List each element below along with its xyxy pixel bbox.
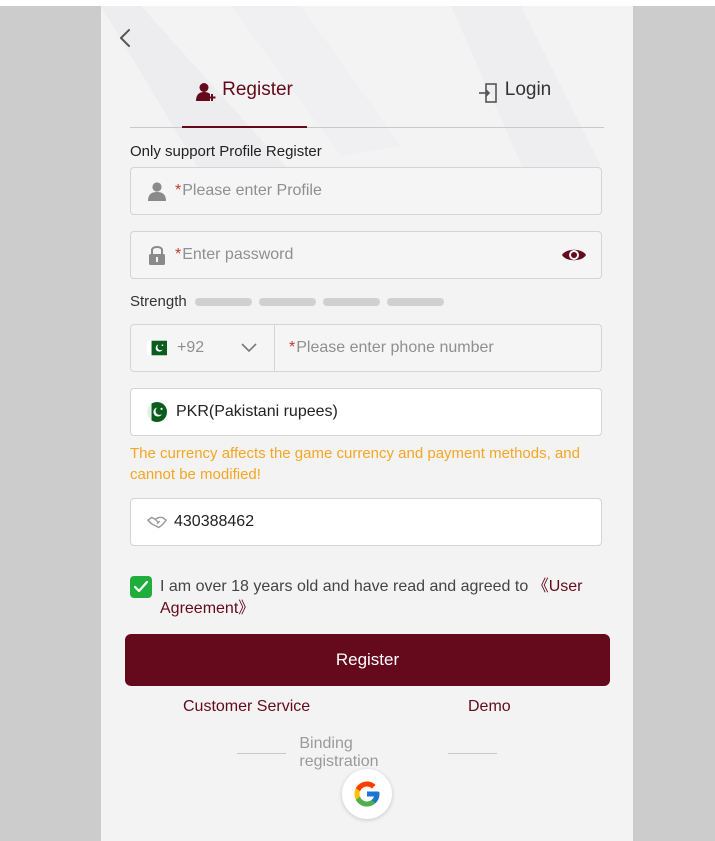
eye-icon[interactable] [561, 246, 587, 264]
demo-link[interactable]: Demo [468, 698, 511, 716]
strength-bar-1 [194, 297, 252, 306]
tab-login-label: Login [504, 79, 552, 100]
auth-tabs: Register Login [130, 79, 604, 128]
handshake-icon [147, 514, 167, 530]
invite-code-field[interactable]: 430388462 [130, 498, 602, 546]
phone-code: +92 [177, 339, 205, 356]
user-icon [147, 181, 167, 201]
register-hint: Only support Profile Register [130, 143, 322, 160]
agreement: I am over 18 years old and have read and… [130, 576, 590, 620]
agreement-checkbox[interactable] [130, 576, 152, 598]
currency-value: PKR(Pakistani rupees) [176, 403, 338, 420]
password-strength: Strength [130, 293, 451, 310]
check-icon [134, 581, 148, 593]
tab-register-label: Register [222, 79, 293, 100]
divider [237, 752, 287, 754]
google-login-button[interactable] [342, 769, 392, 819]
phone-input[interactable]: Please enter phone number [296, 339, 493, 357]
google-icon [354, 781, 380, 807]
register-button[interactable]: Register [125, 634, 610, 686]
password-placeholder: Enter password [182, 246, 294, 263]
profile-field[interactable]: * Please enter Profile [130, 167, 602, 215]
agreement-label: I am over 18 years old and have read and… [160, 578, 533, 595]
register-panel: Register Login Only support Profile Regi… [101, 6, 633, 841]
chevron-down-icon [241, 343, 257, 353]
invite-code-value: 430388462 [174, 513, 255, 530]
currency-field: PKR(Pakistani rupees) [130, 388, 602, 436]
profile-placeholder: Please enter Profile [182, 182, 322, 199]
password-field[interactable]: * Enter password [130, 231, 602, 279]
pakistan-flag-icon [147, 340, 167, 356]
binding-title: Binding registration [299, 735, 379, 770]
agreement-text: I am over 18 years old and have read and… [160, 576, 590, 620]
required-mark: * [289, 339, 296, 356]
login-door-icon [478, 83, 497, 103]
currency-warning: The currency affects the game currency a… [130, 445, 580, 483]
strength-bar-4 [386, 297, 444, 306]
binding-registration: Binding registration [237, 735, 497, 771]
user-add-icon [196, 83, 216, 101]
customer-service-link[interactable]: Customer Service [183, 698, 310, 716]
required-mark: * [175, 246, 182, 263]
pakistan-flag-icon [147, 401, 167, 423]
country-code-select[interactable]: +92 [131, 325, 275, 371]
strength-label: Strength [130, 293, 187, 310]
lock-icon [147, 244, 167, 266]
required-mark: * [175, 182, 182, 199]
tab-login[interactable]: Login [450, 79, 580, 127]
tab-register[interactable]: Register [182, 79, 307, 128]
strength-bar-2 [258, 297, 316, 306]
strength-bar-3 [322, 297, 380, 306]
back-arrow-icon[interactable] [115, 26, 135, 50]
divider [447, 752, 497, 754]
phone-field: +92 * Please enter phone number [130, 324, 602, 372]
